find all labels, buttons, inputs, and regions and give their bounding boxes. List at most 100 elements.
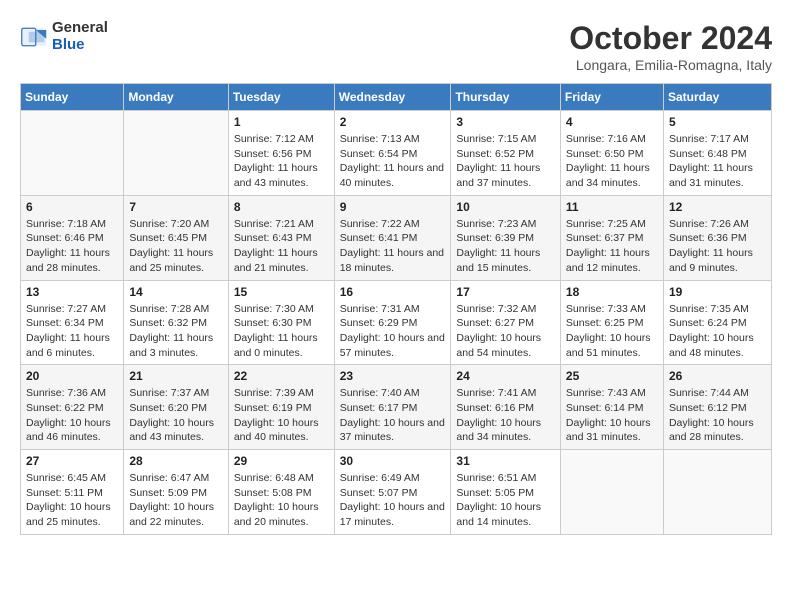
day-number: 22 (234, 369, 329, 383)
calendar-week-2: 6 Sunrise: 7:18 AMSunset: 6:46 PMDaylight… (21, 195, 772, 280)
day-number: 24 (456, 369, 555, 383)
calendar-cell: 17 Sunrise: 7:32 AMSunset: 6:27 PMDayligh… (451, 280, 561, 365)
day-info: Sunrise: 7:44 AMSunset: 6:12 PMDaylight:… (669, 386, 766, 445)
title-block: October 2024 Longara, Emilia-Romagna, It… (569, 20, 772, 73)
calendar-cell: 13 Sunrise: 7:27 AMSunset: 6:34 PMDayligh… (21, 280, 124, 365)
calendar-cell (663, 450, 771, 535)
day-number: 28 (129, 454, 222, 468)
calendar-cell (560, 450, 663, 535)
day-info: Sunrise: 7:40 AMSunset: 6:17 PMDaylight:… (340, 386, 446, 445)
calendar-table: SundayMondayTuesdayWednesdayThursdayFrid… (20, 83, 772, 535)
day-number: 20 (26, 369, 118, 383)
day-number: 17 (456, 285, 555, 299)
calendar-cell: 26 Sunrise: 7:44 AMSunset: 6:12 PMDayligh… (663, 365, 771, 450)
calendar-cell: 25 Sunrise: 7:43 AMSunset: 6:14 PMDayligh… (560, 365, 663, 450)
day-number: 5 (669, 115, 766, 129)
calendar-cell: 21Sunrise: 7:37 AMSunset: 6:20 PMDayligh… (124, 365, 228, 450)
weekday-header-saturday: Saturday (663, 84, 771, 111)
day-number: 14 (129, 285, 222, 299)
calendar-cell: 15 Sunrise: 7:30 AMSunset: 6:30 PMDayligh… (228, 280, 334, 365)
day-info: Sunrise: 7:17 AMSunset: 6:48 PMDaylight:… (669, 132, 766, 191)
calendar-week-1: 1Sunrise: 7:12 AMSunset: 6:56 PMDaylight… (21, 111, 772, 196)
day-info: Sunrise: 7:23 AMSunset: 6:39 PMDaylight:… (456, 217, 555, 276)
logo: General Blue (20, 20, 108, 53)
day-info: Sunrise: 7:43 AMSunset: 6:14 PMDaylight:… (566, 386, 658, 445)
weekday-header-row: SundayMondayTuesdayWednesdayThursdayFrid… (21, 84, 772, 111)
calendar-cell: 23 Sunrise: 7:40 AMSunset: 6:17 PMDayligh… (334, 365, 451, 450)
day-number: 18 (566, 285, 658, 299)
day-info: Sunrise: 6:47 AMSunset: 5:09 PMDaylight:… (129, 471, 222, 530)
day-info: Sunrise: 7:15 AMSunset: 6:52 PMDaylight:… (456, 132, 555, 191)
page-header: General Blue October 2024 Longara, Emili… (20, 20, 772, 73)
day-number: 6 (26, 200, 118, 214)
calendar-cell: 9 Sunrise: 7:22 AMSunset: 6:41 PMDaylight… (334, 195, 451, 280)
weekday-header-tuesday: Tuesday (228, 84, 334, 111)
day-number: 26 (669, 369, 766, 383)
day-info: Sunrise: 6:49 AMSunset: 5:07 PMDaylight:… (340, 471, 446, 530)
weekday-header-monday: Monday (124, 84, 228, 111)
day-info: Sunrise: 7:32 AMSunset: 6:27 PMDaylight:… (456, 302, 555, 361)
calendar-cell: 1Sunrise: 7:12 AMSunset: 6:56 PMDaylight… (228, 111, 334, 196)
subtitle: Longara, Emilia-Romagna, Italy (569, 57, 772, 73)
weekday-header-wednesday: Wednesday (334, 84, 451, 111)
calendar-cell: 14 Sunrise: 7:28 AMSunset: 6:32 PMDayligh… (124, 280, 228, 365)
day-number: 2 (340, 115, 446, 129)
day-info: Sunrise: 6:51 AMSunset: 5:05 PMDaylight:… (456, 471, 555, 530)
day-info: Sunrise: 7:12 AMSunset: 6:56 PMDaylight:… (234, 132, 329, 191)
day-info: Sunrise: 6:45 AMSunset: 5:11 PMDaylight:… (26, 471, 118, 530)
day-number: 25 (566, 369, 658, 383)
day-info: Sunrise: 7:16 AMSunset: 6:50 PMDaylight:… (566, 132, 658, 191)
day-number: 9 (340, 200, 446, 214)
day-number: 23 (340, 369, 446, 383)
weekday-header-friday: Friday (560, 84, 663, 111)
day-info: Sunrise: 7:31 AMSunset: 6:29 PMDaylight:… (340, 302, 446, 361)
day-number: 13 (26, 285, 118, 299)
calendar-cell: 19Sunrise: 7:35 AMSunset: 6:24 PMDayligh… (663, 280, 771, 365)
day-number: 16 (340, 285, 446, 299)
day-info: Sunrise: 7:18 AMSunset: 6:46 PMDaylight:… (26, 217, 118, 276)
calendar-cell: 20 Sunrise: 7:36 AMSunset: 6:22 PMDayligh… (21, 365, 124, 450)
calendar-cell (124, 111, 228, 196)
main-title: October 2024 (569, 20, 772, 57)
calendar-cell: 11Sunrise: 7:25 AMSunset: 6:37 PMDayligh… (560, 195, 663, 280)
day-number: 27 (26, 454, 118, 468)
day-number: 8 (234, 200, 329, 214)
calendar-cell: 30 Sunrise: 6:49 AMSunset: 5:07 PMDayligh… (334, 450, 451, 535)
day-number: 15 (234, 285, 329, 299)
day-number: 31 (456, 454, 555, 468)
day-info: Sunrise: 7:20 AMSunset: 6:45 PMDaylight:… (129, 217, 222, 276)
day-info: Sunrise: 7:37 AMSunset: 6:20 PMDaylight:… (129, 386, 222, 445)
day-info: Sunrise: 7:13 AMSunset: 6:54 PMDaylight:… (340, 132, 446, 191)
calendar-cell: 31 Sunrise: 6:51 AMSunset: 5:05 PMDayligh… (451, 450, 561, 535)
day-number: 11 (566, 200, 658, 214)
calendar-cell: 4Sunrise: 7:16 AMSunset: 6:50 PMDaylight… (560, 111, 663, 196)
calendar-cell: 5 Sunrise: 7:17 AMSunset: 6:48 PMDaylight… (663, 111, 771, 196)
calendar-cell: 6 Sunrise: 7:18 AMSunset: 6:46 PMDaylight… (21, 195, 124, 280)
weekday-header-thursday: Thursday (451, 84, 561, 111)
calendar-cell: 10Sunrise: 7:23 AMSunset: 6:39 PMDayligh… (451, 195, 561, 280)
day-info: Sunrise: 7:30 AMSunset: 6:30 PMDaylight:… (234, 302, 329, 361)
day-info: Sunrise: 7:26 AMSunset: 6:36 PMDaylight:… (669, 217, 766, 276)
day-number: 3 (456, 115, 555, 129)
day-info: Sunrise: 7:28 AMSunset: 6:32 PMDaylight:… (129, 302, 222, 361)
day-info: Sunrise: 7:35 AMSunset: 6:24 PMDaylight:… (669, 302, 766, 361)
calendar-week-5: 27 Sunrise: 6:45 AMSunset: 5:11 PMDayligh… (21, 450, 772, 535)
calendar-body: 1Sunrise: 7:12 AMSunset: 6:56 PMDaylight… (21, 111, 772, 535)
calendar-cell: 7Sunrise: 7:20 AMSunset: 6:45 PMDaylight… (124, 195, 228, 280)
logo-text: General Blue (52, 20, 108, 53)
day-info: Sunrise: 7:22 AMSunset: 6:41 PMDaylight:… (340, 217, 446, 276)
day-info: Sunrise: 6:48 AMSunset: 5:08 PMDaylight:… (234, 471, 329, 530)
calendar-cell: 18Sunrise: 7:33 AMSunset: 6:25 PMDayligh… (560, 280, 663, 365)
day-info: Sunrise: 7:27 AMSunset: 6:34 PMDaylight:… (26, 302, 118, 361)
day-info: Sunrise: 7:39 AMSunset: 6:19 PMDaylight:… (234, 386, 329, 445)
calendar-cell: 22 Sunrise: 7:39 AMSunset: 6:19 PMDayligh… (228, 365, 334, 450)
calendar-cell: 24 Sunrise: 7:41 AMSunset: 6:16 PMDayligh… (451, 365, 561, 450)
weekday-header-sunday: Sunday (21, 84, 124, 111)
calendar-cell (21, 111, 124, 196)
calendar-cell: 28 Sunrise: 6:47 AMSunset: 5:09 PMDayligh… (124, 450, 228, 535)
logo-icon (20, 23, 48, 51)
day-info: Sunrise: 7:41 AMSunset: 6:16 PMDaylight:… (456, 386, 555, 445)
day-info: Sunrise: 7:36 AMSunset: 6:22 PMDaylight:… (26, 386, 118, 445)
calendar-cell: 8Sunrise: 7:21 AMSunset: 6:43 PMDaylight… (228, 195, 334, 280)
day-number: 30 (340, 454, 446, 468)
